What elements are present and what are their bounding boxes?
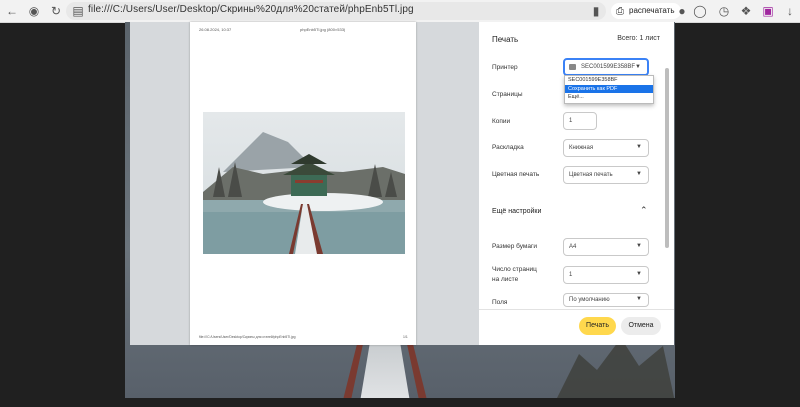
- profile-icon[interactable]: ◯: [692, 3, 708, 19]
- copies-label: Копии: [492, 118, 511, 125]
- print-page-button[interactable]: ⎙ распечатать: [611, 3, 681, 19]
- paper-size-select[interactable]: A4 ▼: [563, 238, 649, 256]
- printer-option[interactable]: SEC001599E358BF: [565, 76, 653, 85]
- reload-icon[interactable]: ↻: [48, 3, 64, 19]
- bridge-railing-left: [343, 344, 363, 398]
- chevron-down-icon: ▼: [635, 64, 641, 70]
- chevron-down-icon: ▼: [636, 171, 642, 177]
- printer-icon: [569, 64, 576, 70]
- margins-select[interactable]: По умолчанию ▼: [563, 293, 649, 307]
- print-preview-area: 26.08.2024, 10:37 phpEnb5Tl.jpg (800×533…: [130, 22, 479, 345]
- paper-size-value: A4: [569, 244, 577, 250]
- cancel-button[interactable]: Отмена: [621, 317, 661, 335]
- pages-per-sheet-value: 1: [569, 272, 573, 278]
- printer-option-save-pdf[interactable]: Сохранить как PDF: [565, 84, 653, 93]
- pages-per-sheet-select[interactable]: 1 ▼: [563, 266, 649, 284]
- printer-option-more[interactable]: Ещё...: [565, 93, 653, 102]
- file-icon: ▤: [72, 4, 84, 18]
- preview-header-date: 26.08.2024, 10:37: [199, 27, 232, 32]
- print-page-label: распечатать: [629, 6, 675, 15]
- chevron-down-icon: ▼: [636, 144, 642, 150]
- chevron-up-icon[interactable]: ⌃: [640, 205, 648, 216]
- preview-footer-path: file:///C:/Users/User/Desktop/Скрины для…: [199, 335, 296, 339]
- preview-footer-page: 1/1: [403, 335, 408, 339]
- pages-per-sheet-label: Число страниц на листе: [492, 265, 537, 285]
- printer-dropdown: SEC001599E358BF Сохранить как PDF Ещё...: [564, 75, 654, 104]
- layout-value: Книжная: [569, 145, 594, 151]
- layout-select[interactable]: Книжная ▼: [563, 139, 649, 157]
- total-sheets: Всего: 1 лист: [617, 35, 660, 42]
- color-label: Цветная печать: [492, 171, 540, 178]
- shield-icon[interactable]: ◉: [26, 3, 42, 19]
- dialog-title: Печать: [492, 35, 519, 44]
- print-button[interactable]: Печать: [579, 317, 616, 335]
- history-icon[interactable]: ◷: [716, 3, 732, 19]
- pavilion-photo: [203, 112, 405, 254]
- url-text[interactable]: file:///C:/Users/User/Desktop/Скрины%20д…: [88, 4, 414, 15]
- browser-toolbar: ← ◉ ↻ ▤ file:///C:/Users/User/Desktop/Ск…: [0, 0, 800, 23]
- extension-badge-icon[interactable]: ▣: [760, 3, 776, 19]
- printer-icon: ⎙: [616, 6, 624, 17]
- bridge-railing-right: [407, 344, 427, 398]
- preview-header-title: phpEnb5Tl.jpg (800×533): [300, 27, 346, 32]
- copies-input[interactable]: 1: [563, 112, 597, 130]
- paper-size-label: Размер бумаги: [492, 243, 537, 250]
- record-icon[interactable]: ●: [674, 3, 690, 19]
- printer-value: SEC001599E358BF: [581, 64, 636, 70]
- printer-label: Принтер: [492, 64, 518, 71]
- footer-divider: [479, 309, 674, 310]
- more-settings-toggle[interactable]: Ещё настройки: [492, 208, 541, 215]
- pages-per-sheet-label-line2: на листе: [492, 276, 519, 283]
- color-value: Цветная печать: [569, 172, 613, 178]
- preview-image: [203, 112, 405, 254]
- margins-value: По умолчанию: [569, 297, 610, 303]
- printer-select[interactable]: SEC001599E358BF ▼: [563, 58, 649, 76]
- chevron-down-icon: ▼: [636, 296, 642, 302]
- bridge: [360, 342, 410, 398]
- color-select[interactable]: Цветная печать ▼: [563, 166, 649, 184]
- extensions-icon[interactable]: ❖: [738, 3, 754, 19]
- print-settings-panel: Печать Всего: 1 лист Принтер SEC001599E3…: [479, 22, 674, 345]
- layout-label: Раскладка: [492, 144, 524, 151]
- chevron-down-icon: ▼: [636, 271, 642, 277]
- chevron-down-icon: ▼: [636, 243, 642, 249]
- back-arrow-icon[interactable]: ←: [4, 3, 20, 19]
- download-icon[interactable]: ↓: [782, 3, 798, 19]
- pages-label: Страницы: [492, 91, 523, 98]
- pages-per-sheet-label-line1: Число страниц: [492, 266, 537, 273]
- bookmark-icon[interactable]: ▮: [588, 3, 604, 19]
- panel-scrollbar[interactable]: [665, 68, 669, 248]
- preview-page: 26.08.2024, 10:37 phpEnb5Tl.jpg (800×533…: [190, 22, 416, 345]
- margins-label: Поля: [492, 299, 508, 306]
